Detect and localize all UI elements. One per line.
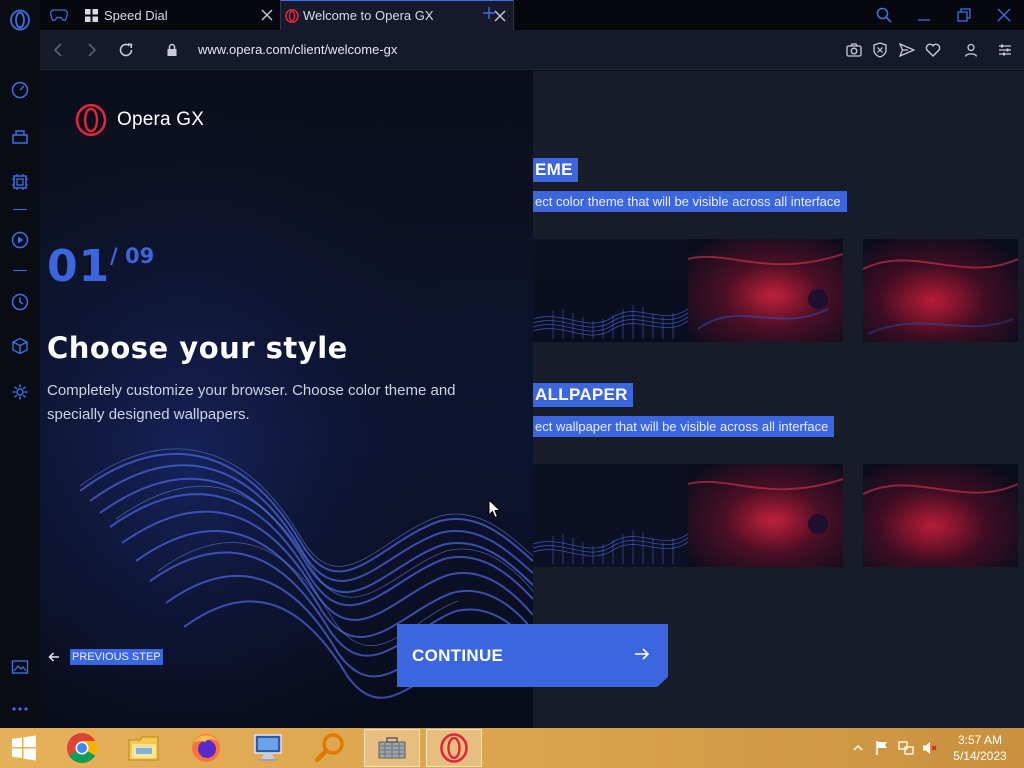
history-icon[interactable] (8, 290, 32, 314)
brand-name: Opera GX (117, 109, 205, 130)
gx-hardware-icon[interactable] (8, 170, 32, 194)
wallpaper-thumb-blue-waves[interactable] (533, 464, 688, 567)
network-icon[interactable] (898, 740, 914, 756)
clock-date: 5/14/2023 (953, 749, 1007, 763)
mouse-cursor-icon (488, 499, 501, 519)
continue-button[interactable]: CONTINUE (397, 624, 668, 687)
restore-icon[interactable] (954, 5, 974, 25)
lock-icon[interactable] (162, 40, 182, 60)
opera-gx-favicon-icon (285, 8, 299, 23)
profile-user-icon[interactable] (961, 40, 981, 60)
tab-strip: Speed Dial Welcome to Opera GX (40, 0, 1024, 30)
gx-corner-icon[interactable] (8, 124, 32, 148)
back-arrow-icon[interactable] (48, 40, 68, 60)
speed-dial-grid-icon (85, 8, 98, 22)
ad-blocker-shield-icon[interactable] (870, 40, 890, 60)
continue-label: CONTINUE (412, 645, 504, 665)
snapshot-camera-icon[interactable] (844, 40, 864, 60)
minimize-icon[interactable] (914, 5, 934, 25)
new-tab-plus-icon[interactable] (480, 6, 498, 24)
settings-gear-icon[interactable] (8, 380, 32, 404)
arrow-right-icon (635, 648, 650, 660)
forward-arrow-icon[interactable] (82, 40, 102, 60)
opera-logo-icon (75, 104, 107, 136)
search-tabs-icon[interactable] (874, 5, 894, 25)
previous-step-label: PREVIOUS STEP (70, 649, 163, 665)
chrome-icon[interactable] (54, 729, 110, 767)
wallpaper-thumb-red-nebula-alt[interactable] (863, 464, 1018, 567)
theme-thumb-red-nebula[interactable] (688, 239, 843, 342)
windows-start-icon[interactable] (0, 729, 48, 767)
reload-icon[interactable] (116, 40, 136, 60)
gx-control-icon[interactable] (8, 78, 32, 102)
opera-gx-taskbar-icon[interactable] (426, 729, 482, 767)
show-hidden-icons-chevron-icon[interactable] (850, 740, 866, 756)
volume-muted-icon[interactable] (922, 740, 938, 756)
bookmark-heart-icon[interactable] (923, 40, 943, 60)
wallpaper-thumb-red-nebula[interactable] (688, 464, 843, 567)
extensions-icon[interactable] (8, 334, 32, 358)
search-magnifier-app-icon[interactable] (302, 729, 358, 767)
step-total: / 09 (110, 244, 155, 268)
previous-step-button[interactable]: PREVIOUS STEP (48, 649, 163, 665)
url-field[interactable]: www.opera.com/client/welcome-gx (198, 42, 397, 57)
close-tab-icon[interactable] (260, 8, 274, 22)
clock-time: 3:57 AM (957, 733, 1003, 747)
toolbox-app-icon[interactable] (364, 729, 420, 767)
address-bar: www.opera.com/client/welcome-gx (40, 30, 1024, 70)
theme-thumb-red-nebula-alt[interactable] (863, 239, 1018, 342)
theme-section-subtitle: ect color theme that will be visible acr… (533, 191, 847, 212)
wallpaper-section-title: ALLPAPER (533, 383, 633, 407)
gx-sidebar (0, 0, 40, 728)
opera-gx-logo: Opera GX (75, 104, 204, 136)
action-center-flag-icon[interactable] (874, 740, 890, 756)
player-icon[interactable] (8, 228, 32, 252)
wallpaper-image-icon[interactable] (8, 655, 32, 679)
close-window-icon[interactable] (994, 5, 1014, 25)
page-content: EME ect color theme that will be visible… (40, 71, 1024, 728)
computer-icon[interactable] (240, 729, 296, 767)
wallpaper-section-subtitle: ect wallpaper that will be visible acros… (533, 416, 835, 437)
more-dots-icon[interactable] (8, 697, 32, 721)
system-clock[interactable]: 3:57 AM 5/14/2023 (948, 732, 1012, 764)
file-explorer-icon[interactable] (116, 729, 172, 767)
gamepad-icon[interactable] (49, 5, 69, 25)
tab-title: Welcome to Opera GX (303, 8, 434, 23)
tab-speed-dial[interactable]: Speed Dial (80, 0, 312, 30)
tab-welcome-gx[interactable]: Welcome to Opera GX (280, 0, 514, 30)
firefox-icon[interactable] (178, 729, 234, 767)
theme-thumb-blue-waves[interactable] (533, 239, 688, 342)
opera-menu-icon[interactable] (8, 8, 32, 32)
theme-section-title: EME (533, 158, 578, 182)
page-description: Completely customize your browser. Choos… (47, 382, 456, 423)
arrow-left-icon (48, 652, 59, 662)
easy-setup-sliders-icon[interactable] (995, 40, 1015, 60)
windows-taskbar: 3:57 AM 5/14/2023 (0, 728, 1024, 768)
send-flow-icon[interactable] (897, 40, 917, 60)
sidebar-divider (13, 270, 27, 271)
tab-title: Speed Dial (104, 7, 168, 23)
step-current: 01 (47, 241, 111, 292)
sidebar-divider (13, 209, 27, 210)
page-title: Choose your style (47, 331, 348, 365)
